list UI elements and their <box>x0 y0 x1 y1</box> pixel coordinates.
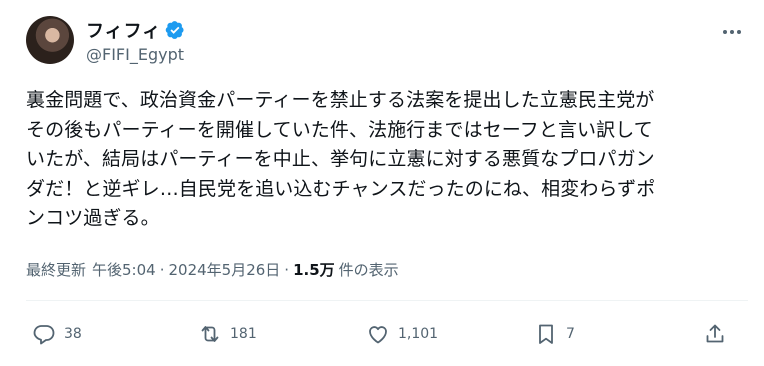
retweet-button[interactable]: 181 <box>198 318 257 350</box>
like-button[interactable]: 1,101 <box>366 318 438 350</box>
reply-count: 38 <box>64 326 82 342</box>
edited-label[interactable]: 最終更新 <box>26 259 86 280</box>
verified-badge-icon <box>166 21 184 39</box>
like-count: 1,101 <box>398 326 439 342</box>
author-handle[interactable]: @FIFI_Egypt <box>86 45 184 64</box>
like-icon <box>369 326 387 344</box>
reply-button[interactable]: 38 <box>32 318 82 350</box>
tweet-date[interactable]: 2024年5月26日 <box>168 259 280 280</box>
views-count: 1.5万 <box>293 261 335 279</box>
author-name-row: フィフィ <box>86 18 185 42</box>
bookmark-button[interactable]: 7 <box>534 318 575 350</box>
action-bar: 38 181 1,101 7 <box>0 318 764 350</box>
meta-separator: · <box>159 260 165 279</box>
retweet-count: 181 <box>230 326 257 342</box>
tweet-meta: 最終更新 午後5:04 · 2024年5月26日 · 1.5万 件の表示 <box>26 259 399 280</box>
views-label: 件の表示 <box>338 261 399 279</box>
more-icon[interactable] <box>720 20 744 44</box>
tweet-text: 裏金問題で、政治資金パーティーを禁止する法案を提出した立憲民主党が その後もパー… <box>26 89 656 229</box>
divider <box>26 300 748 301</box>
tweet-header: フィフィ @FIFI_Egypt <box>26 16 744 70</box>
meta-separator: · <box>284 260 290 279</box>
share-button[interactable] <box>703 318 727 350</box>
display-name[interactable]: フィフィ <box>86 17 161 43</box>
retweet-icon <box>201 326 219 342</box>
bookmark-count: 7 <box>566 326 575 342</box>
bookmark-icon <box>539 324 553 344</box>
share-icon <box>706 324 724 343</box>
reply-icon <box>33 325 55 345</box>
avatar[interactable] <box>26 16 74 64</box>
tweet-time[interactable]: 午後5:04 <box>92 259 156 280</box>
